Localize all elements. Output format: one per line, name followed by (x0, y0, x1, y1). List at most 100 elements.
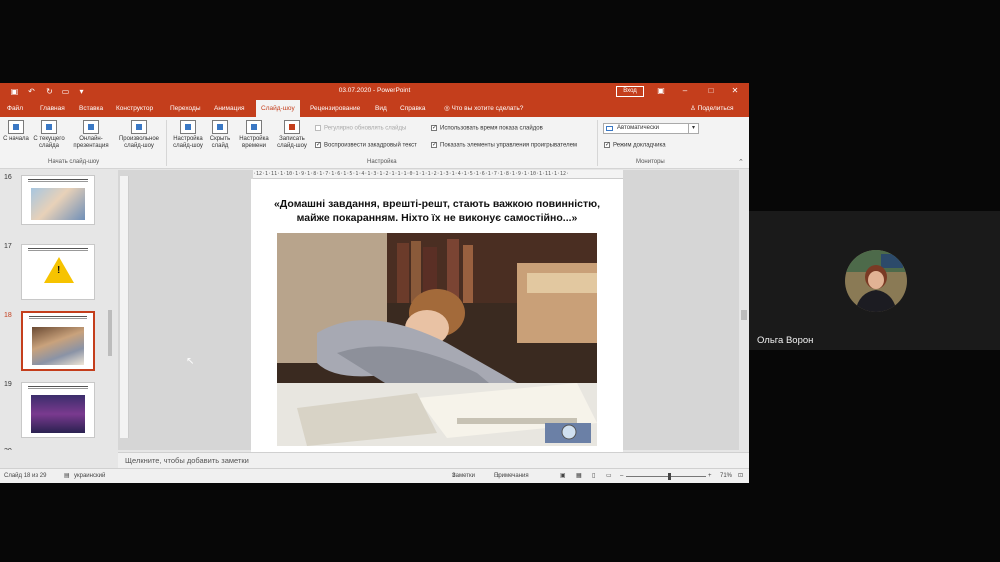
title-bar: ▣ ↶ ↻ ▭ ▾ 03.07.2020 - PowerPoint Вход ▣… (0, 83, 749, 100)
screen-share-view: ▣ ↶ ↻ ▭ ▾ 03.07.2020 - PowerPoint Вход ▣… (0, 0, 1000, 562)
online-presentation-button[interactable]: Онлайн-презентация (68, 120, 114, 150)
setup-show-button[interactable]: Настройка слайд-шоу (170, 120, 206, 150)
tell-me-search[interactable]: ◎ Что вы хотите сделать? (444, 100, 523, 117)
maximize-icon[interactable]: □ (704, 85, 718, 97)
zoom-in-icon[interactable]: + (708, 469, 712, 483)
tab-help[interactable]: Справка (400, 100, 426, 117)
thumbnail-title-lines (28, 248, 88, 251)
normal-view-icon[interactable]: ▣ (560, 469, 566, 483)
language-indicator[interactable]: украинский (74, 469, 105, 483)
participant-video (845, 250, 907, 312)
mouse-cursor-icon: ↖ (186, 356, 195, 367)
close-icon[interactable]: ✕ (728, 85, 742, 97)
zoom-out-icon[interactable]: – (620, 469, 623, 483)
slide-photo[interactable] (277, 233, 597, 446)
horizontal-ruler: ·12·1·11·1·10·1·9·1·8·1·7·1·6·1·5·1·4·1·… (253, 170, 623, 179)
slide-title[interactable]: «Домашні завдання, врешті-решт, стають в… (267, 197, 607, 225)
fit-to-window-icon[interactable]: ⊡ (738, 469, 743, 483)
tab-transitions[interactable]: Переходы (170, 100, 201, 117)
rehearse-button[interactable]: Настройка времени (236, 120, 272, 150)
tab-slideshow[interactable]: Слайд-шоу (256, 100, 300, 117)
status-bar: Слайд 18 из 29 ▤ украинский ≡ Заметки ▭ … (0, 468, 749, 483)
minimize-icon[interactable]: – (678, 85, 692, 97)
sleeping-boy-image (277, 233, 597, 446)
tab-home[interactable]: Главная (40, 100, 65, 117)
slide-thumbnail-16[interactable] (21, 175, 95, 225)
zoom-slider[interactable] (626, 476, 706, 477)
slide-thumbnail-19[interactable] (21, 382, 95, 438)
scrollbar-thumb[interactable] (108, 310, 112, 356)
timings-checkbox[interactable]: Использовать время показа слайдов (431, 124, 543, 132)
reading-view-icon[interactable]: ▯ (592, 469, 595, 483)
tab-animations[interactable]: Анимация (214, 100, 245, 117)
media-controls-label: Показать элементы управления проигрывате… (440, 142, 578, 149)
media-controls-checkbox[interactable]: Показать элементы управления проигрывате… (431, 141, 578, 149)
share-button[interactable]: ♙ Поделиться (690, 100, 734, 117)
thumbnail-image (31, 188, 85, 220)
zoom-slider-thumb[interactable] (668, 473, 671, 480)
slide-sorter-icon[interactable]: ▦ (576, 469, 582, 483)
globe-icon (83, 120, 99, 134)
hide-slide-label: Скрыть слайд (209, 136, 231, 149)
from-beginning-button[interactable]: С начала (2, 120, 30, 143)
signin-button[interactable]: Вход (616, 86, 644, 97)
checkbox-box (315, 125, 321, 131)
exclamation-glyph: ! (57, 265, 61, 276)
tab-review[interactable]: Рецензирование (310, 100, 360, 117)
checkbox-checked (604, 141, 610, 148)
presenter-view-checkbox[interactable]: Режим докладчика (604, 141, 666, 149)
comments-label: Примечания (494, 473, 529, 479)
participant-avatar (845, 250, 907, 312)
checkbox-checked (315, 141, 321, 148)
ribbon-display-icon[interactable]: ▣ (654, 85, 668, 97)
record-label: Записать слайд-шоу (277, 136, 307, 149)
monitor-select[interactable]: Автоматически ▾ (603, 123, 699, 134)
tab-design[interactable]: Конструктор (116, 100, 153, 117)
tell-me-label: Что вы хотите сделать? (451, 105, 524, 112)
narration-label: Воспроизвести закадровый текст (324, 142, 417, 149)
custom-show-button[interactable]: Произвольное слайд-шоу (115, 120, 163, 150)
slideshow-view-icon[interactable]: ▭ (606, 469, 612, 483)
slide-counter: Слайд 18 из 29 (4, 473, 47, 479)
slide-thumbnail-18[interactable] (21, 311, 95, 371)
notes-pane[interactable]: Щелкните, чтобы добавить заметки (118, 452, 749, 468)
stopwatch-icon (246, 120, 262, 134)
powerpoint-window: ▣ ↶ ↻ ▭ ▾ 03.07.2020 - PowerPoint Вход ▣… (0, 83, 749, 483)
tab-view[interactable]: Вид (375, 100, 387, 117)
update-slides-checkbox[interactable]: Регулярно обновлять слайды (315, 125, 406, 132)
participant-name: Ольга Ворон (757, 335, 814, 346)
record-icon (284, 120, 300, 134)
slideshow-current-icon (41, 120, 57, 134)
hide-slide-icon (212, 120, 228, 134)
setup-show-label: Настройка слайд-шоу (173, 136, 203, 149)
from-current-button[interactable]: С текущего слайда (32, 120, 66, 150)
thumbnail-title-lines (29, 316, 87, 319)
thumbnail-scrollbar[interactable] (107, 175, 113, 445)
current-slide[interactable]: «Домашні завдання, врешті-решт, стають в… (251, 179, 623, 453)
chevron-down-icon: ▾ (688, 124, 698, 133)
zoom-level[interactable]: 71% (720, 469, 732, 483)
custom-show-label: Произвольное слайд-шоу (118, 136, 160, 149)
person-icon: ♙ (690, 105, 698, 112)
update-slides-label: Регулярно обновлять слайды (324, 125, 407, 132)
thumbnail-title-lines (28, 179, 88, 182)
slideshow-start-icon (8, 120, 24, 134)
narration-checkbox[interactable]: Воспроизвести закадровый текст (315, 141, 417, 149)
thumbnail-number: 16 (4, 174, 12, 181)
group-start-label: Начать слайд-шоу (48, 159, 100, 165)
scrollbar-thumb[interactable] (741, 310, 747, 320)
tab-file[interactable]: Файл (7, 100, 23, 117)
slide-scrollbar[interactable] (739, 170, 749, 450)
rehearse-label: Настройка времени (239, 136, 269, 149)
setup-icon (180, 120, 196, 134)
spellcheck-icon[interactable]: ▤ (64, 469, 70, 483)
ribbon-separator (166, 120, 167, 166)
collapse-ribbon-icon[interactable]: ⌃ (738, 158, 744, 166)
hide-slide-button[interactable]: Скрыть слайд (206, 120, 234, 150)
timings-label: Использовать время показа слайдов (440, 125, 543, 132)
thumbnail-image (32, 327, 84, 365)
tab-insert[interactable]: Вставка (79, 100, 103, 117)
slide-thumbnail-17[interactable]: ! (21, 244, 95, 300)
thumbnail-title-lines (28, 386, 88, 389)
record-button[interactable]: Записать слайд-шоу (273, 120, 311, 150)
